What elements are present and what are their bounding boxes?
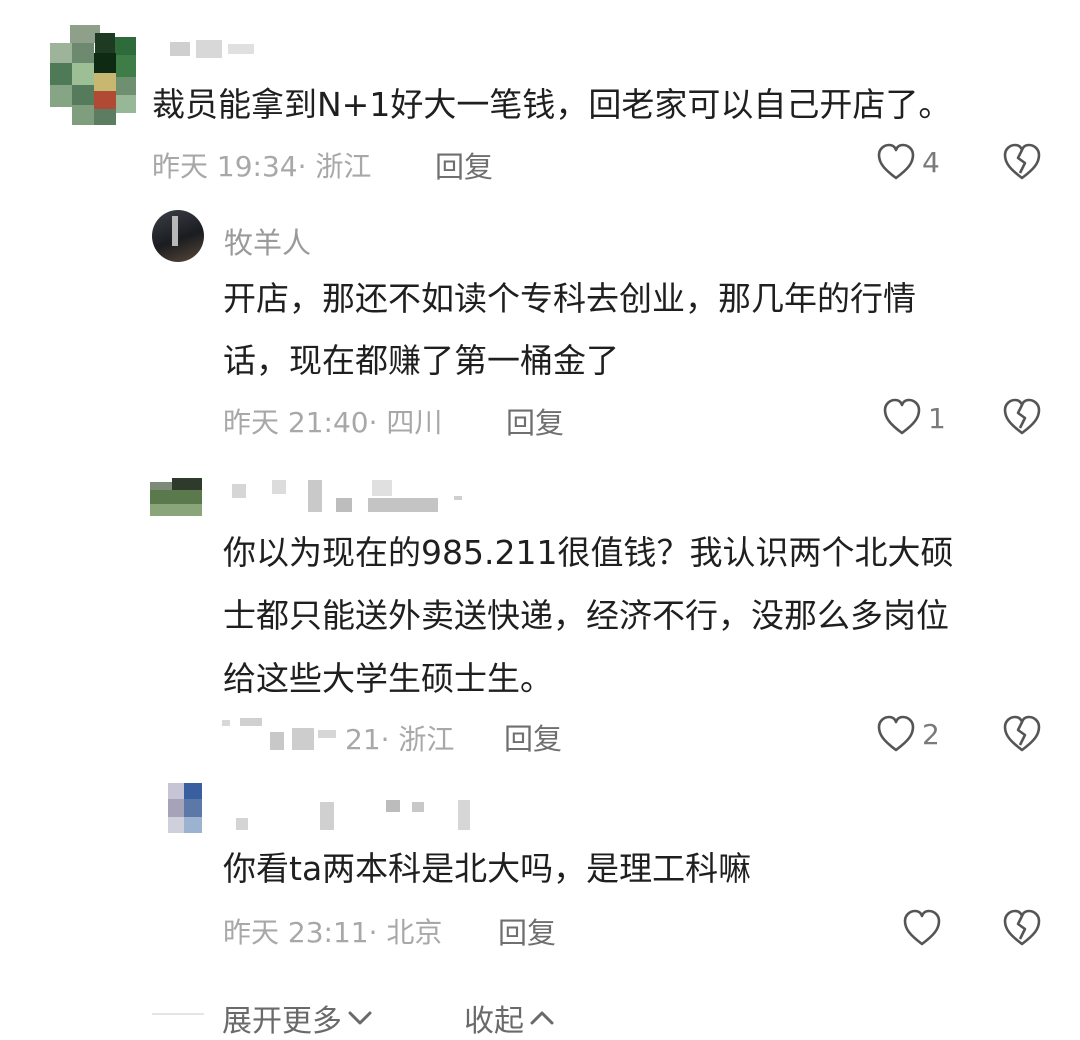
- expand-more-label: 展开更多: [222, 1004, 342, 1039]
- comment-text: 话，现在都赚了第一桶金了: [223, 341, 619, 380]
- expand-more-button[interactable]: 展开更多: [222, 996, 374, 1040]
- comment-time: 昨天 21:40· 四川: [223, 406, 443, 439]
- like-count: 4: [922, 146, 940, 179]
- heart-outline-icon[interactable]: [902, 909, 942, 947]
- heart-outline-icon[interactable]: [876, 143, 916, 181]
- comment-time: 21· 浙江: [345, 723, 455, 756]
- comment-text: 裁员能拿到N+1好大一笔钱，回老家可以自己开店了。: [152, 85, 952, 124]
- avatar[interactable]: [152, 210, 204, 262]
- avatar[interactable]: [50, 25, 136, 125]
- comment-text: 士都只能送外卖送快递，经济不行，没那么多岗位: [223, 596, 949, 635]
- like-count: 2: [922, 718, 940, 751]
- reply-button[interactable]: 回复: [504, 716, 562, 758]
- chevron-up-icon: [528, 1008, 556, 1028]
- broken-heart-icon[interactable]: [1002, 143, 1042, 181]
- heart-outline-icon[interactable]: [882, 398, 922, 436]
- collapse-button[interactable]: 收起: [464, 996, 556, 1040]
- comment-time-blurred: [222, 716, 342, 752]
- like-count: 1: [928, 402, 946, 435]
- comment-text: 开店，那还不如读个专科去创业，那几年的行情: [223, 279, 916, 318]
- comment-text: 你看ta两本科是北大吗，是理工科嘛: [223, 849, 752, 888]
- broken-heart-icon[interactable]: [1002, 398, 1042, 436]
- avatar[interactable]: [168, 783, 202, 833]
- comment-time: 昨天 19:34· 浙江: [152, 150, 372, 183]
- user-name-blurred[interactable]: [232, 480, 472, 514]
- user-name[interactable]: 牧羊人: [224, 220, 311, 262]
- avatar[interactable]: [150, 478, 202, 516]
- user-name-blurred[interactable]: [170, 38, 260, 60]
- comment-text: 你以为现在的985.211很值钱？我认识两个北大硕: [223, 533, 954, 572]
- comment-text: 给这些大学生硕士生。: [223, 659, 553, 698]
- reply-button[interactable]: 回复: [498, 910, 556, 952]
- divider: [152, 1013, 204, 1015]
- reply-button[interactable]: 回复: [506, 400, 564, 442]
- user-name-blurred[interactable]: [236, 798, 476, 834]
- broken-heart-icon[interactable]: [1002, 715, 1042, 753]
- chevron-down-icon: [346, 1008, 374, 1028]
- heart-outline-icon[interactable]: [876, 715, 916, 753]
- comment-time: 昨天 23:11· 北京: [223, 916, 443, 949]
- collapse-label: 收起: [464, 1004, 524, 1039]
- broken-heart-icon[interactable]: [1002, 909, 1042, 947]
- reply-button[interactable]: 回复: [435, 144, 493, 186]
